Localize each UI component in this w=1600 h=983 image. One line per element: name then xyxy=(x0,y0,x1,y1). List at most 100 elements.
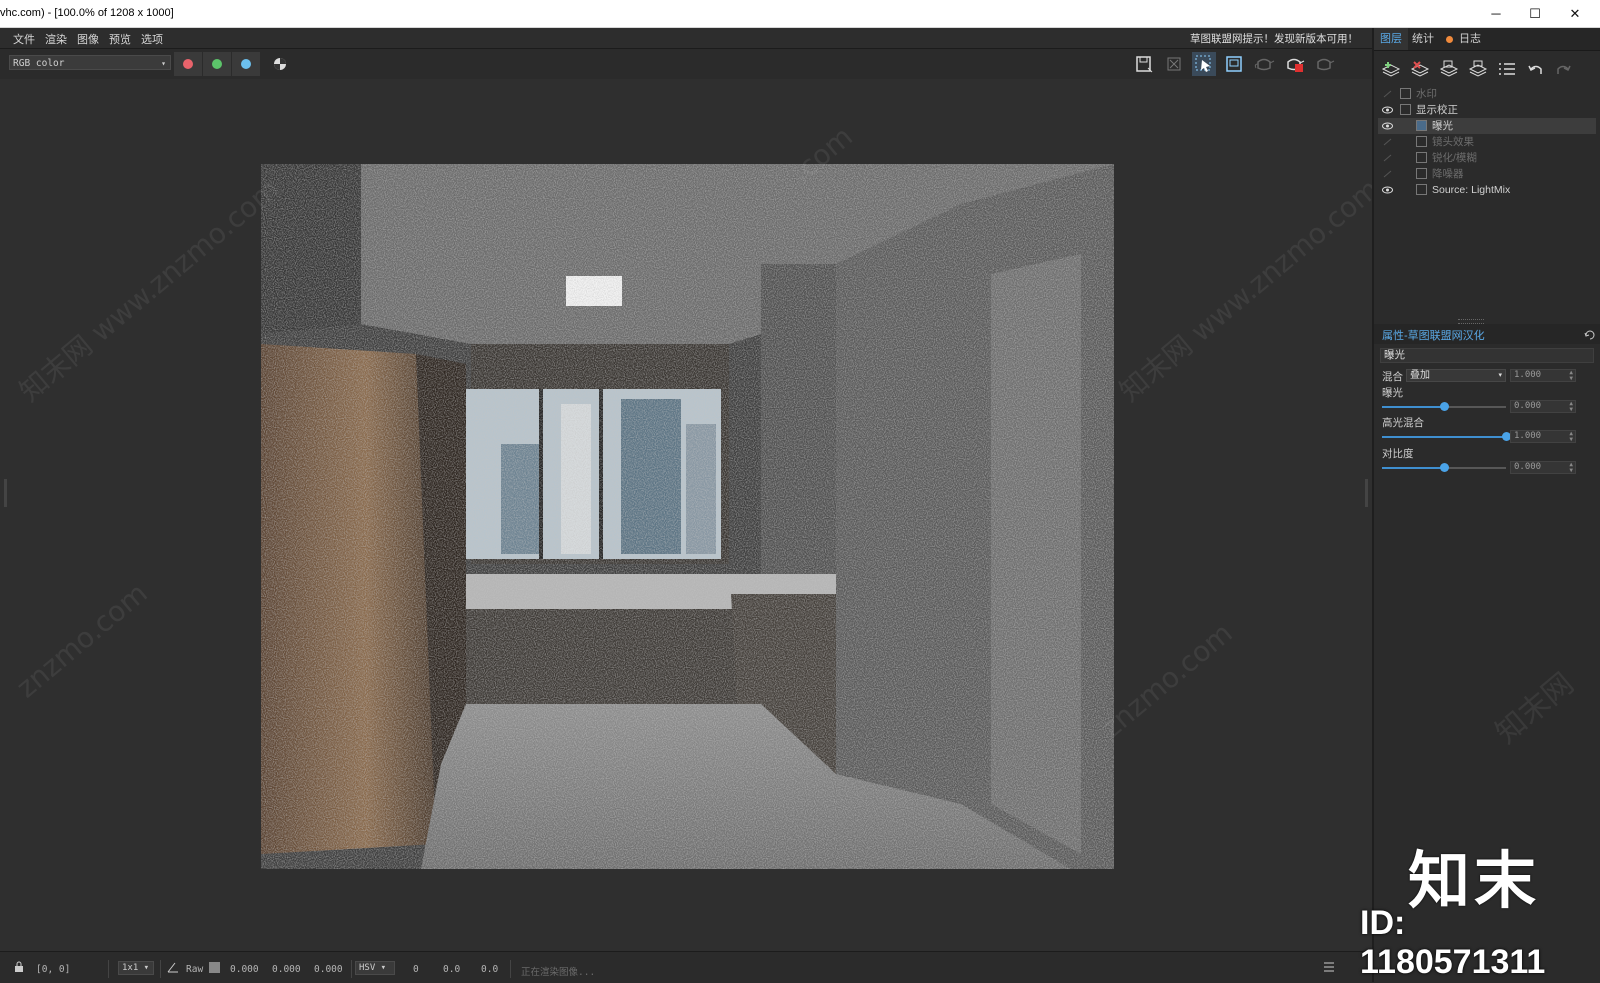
menu-preview[interactable]: 预览 xyxy=(109,31,131,47)
channel-dropdown[interactable]: RGB color ▾ xyxy=(9,55,171,70)
spinner-icon[interactable]: ▲ ▼ xyxy=(1569,431,1573,443)
layer-type-icon xyxy=(1416,136,1427,147)
eye-off-icon[interactable] xyxy=(1382,86,1394,102)
exposure-label: 曝光 xyxy=(1382,387,1403,399)
layer-tree: 水印 显示校正 曝光镜头效果锐化/模糊 降噪器 Source: LightMix xyxy=(1378,86,1596,198)
refresh-icon[interactable] xyxy=(1584,329,1596,341)
tab-stats[interactable]: 统计 xyxy=(1406,28,1440,50)
status-bar: [0, 0] 1x1 ▾ Raw 0.000 0.000 0.000 HSV ▾… xyxy=(0,951,1372,983)
delete-layer-button[interactable] xyxy=(1407,58,1433,82)
menu-image[interactable]: 图像 xyxy=(77,31,99,47)
blend-label: 混合 xyxy=(1382,371,1403,383)
render-viewport[interactable]: 知末网 www.znzmo.com znzmo.com 知末网 www.znzm… xyxy=(0,79,1372,951)
right-panel-grip[interactable] xyxy=(1365,479,1368,507)
saturation-value: 0.0 xyxy=(443,964,461,975)
red-channel-icon xyxy=(183,59,193,69)
vfb-toolbar: RGB color ▾ xyxy=(0,49,1372,79)
angle-icon xyxy=(167,962,178,973)
frame-button[interactable] xyxy=(1222,52,1246,76)
blue-channel-button[interactable] xyxy=(232,52,260,76)
highlight-burn-slider[interactable] xyxy=(1382,432,1511,441)
layer-row[interactable]: 镜头效果 xyxy=(1378,134,1596,150)
eye-icon[interactable] xyxy=(1382,118,1394,134)
eye-off-icon[interactable] xyxy=(1382,134,1394,150)
layer-row[interactable]: 水印 xyxy=(1378,86,1596,102)
layer-type-icon xyxy=(1416,120,1427,131)
tab-layers[interactable]: 图层 xyxy=(1374,28,1408,50)
alpha-icon xyxy=(274,58,286,70)
layer-row[interactable]: 锐化/模糊 xyxy=(1378,150,1596,166)
color-mode-dropdown[interactable]: HSV ▾ xyxy=(355,961,395,975)
teapot-render-icon xyxy=(1317,58,1335,71)
spinner-icon[interactable]: ▲ ▼ xyxy=(1569,370,1573,382)
green-channel-button[interactable] xyxy=(203,52,231,76)
chevron-down-icon: ▾ xyxy=(161,59,166,68)
green-channel-icon xyxy=(212,59,222,69)
save-image-button[interactable] xyxy=(1132,52,1156,76)
list-icon xyxy=(1499,63,1515,75)
exposure-field[interactable]: 0.000 ▲ ▼ xyxy=(1510,400,1576,413)
close-button[interactable]: ✕ xyxy=(1552,0,1598,27)
undo-button[interactable] xyxy=(1523,58,1549,82)
window-title: vhc.com) - [100.0% of 1208 x 1000] xyxy=(0,7,174,19)
add-layer-button[interactable] xyxy=(1378,58,1404,82)
redo-icon xyxy=(1557,65,1571,74)
watermark-text: 知末网 www.znzmo.com xyxy=(1113,172,1372,409)
menu-render[interactable]: 渲染 xyxy=(45,31,67,47)
layer-row[interactable]: 显示校正 xyxy=(1378,102,1596,118)
contrast-field[interactable]: 0.000 ▲ ▼ xyxy=(1510,461,1576,474)
stop-render-button[interactable] xyxy=(1282,52,1306,76)
contrast-value: 0.000 xyxy=(1514,462,1542,472)
eye-off-icon[interactable] xyxy=(1382,150,1394,166)
render-log-button[interactable] xyxy=(1322,960,1336,977)
delete-layer-icon xyxy=(1410,61,1430,77)
alpha-channel-button[interactable] xyxy=(268,52,292,76)
update-notice[interactable]: 草图联盟网提示！发现新版本可用！ xyxy=(1190,31,1358,46)
clear-image-button[interactable] xyxy=(1162,52,1186,76)
layer-label: 镜头效果 xyxy=(1432,136,1474,148)
eye-off-icon[interactable] xyxy=(1382,166,1394,182)
blend-mode-dropdown[interactable]: 叠加 ▾ xyxy=(1406,369,1506,382)
start-render-button[interactable] xyxy=(1312,52,1336,76)
red-channel-button[interactable] xyxy=(174,52,202,76)
blue-value: 0.000 xyxy=(314,964,343,975)
redo-button[interactable] xyxy=(1550,58,1576,82)
left-panel-grip[interactable] xyxy=(4,479,7,507)
teapot-icon xyxy=(1254,58,1275,71)
exposure-value: 0.000 xyxy=(1514,401,1542,411)
lock-icon xyxy=(15,961,23,972)
save-layers-button[interactable] xyxy=(1436,58,1462,82)
layer-list-button[interactable] xyxy=(1494,58,1520,82)
eye-icon[interactable] xyxy=(1382,182,1394,198)
region-render-button[interactable] xyxy=(1192,52,1216,76)
layer-type-icon xyxy=(1400,88,1411,99)
layer-row[interactable]: Source: LightMix xyxy=(1378,182,1596,198)
contrast-slider[interactable] xyxy=(1382,463,1506,472)
layer-row[interactable]: 曝光 xyxy=(1378,118,1596,134)
slider-fill xyxy=(1382,467,1444,469)
spinner-icon[interactable]: ▲ ▼ xyxy=(1569,462,1573,474)
spinner-icon[interactable]: ▲ ▼ xyxy=(1569,401,1573,413)
tab-log[interactable]: 日志 xyxy=(1453,28,1487,50)
load-layers-button[interactable] xyxy=(1465,58,1491,82)
menu-options[interactable]: 选项 xyxy=(141,31,163,47)
zoom-dropdown[interactable]: 1x1 ▾ xyxy=(118,961,154,975)
layer-type-icon xyxy=(1416,168,1427,179)
layer-name-field[interactable]: 曝光 xyxy=(1380,348,1594,363)
load-layers-icon xyxy=(1468,60,1488,77)
menu-file[interactable]: 文件 xyxy=(13,31,35,47)
layer-row[interactable]: 降噪器 xyxy=(1378,166,1596,182)
slider-knob[interactable] xyxy=(1440,402,1449,411)
pin-icon[interactable] xyxy=(12,960,26,977)
blend-amount-field[interactable]: 1.000 ▲ ▼ xyxy=(1510,369,1576,382)
slider-knob[interactable] xyxy=(1440,463,1449,472)
interactive-render-button[interactable] xyxy=(1252,52,1276,76)
blend-amount-value: 1.000 xyxy=(1514,370,1542,380)
highlight-burn-field[interactable]: 1.000 ▲ ▼ xyxy=(1510,430,1576,443)
exposure-slider[interactable] xyxy=(1382,402,1506,411)
divider xyxy=(351,960,352,978)
color-picker-icon[interactable] xyxy=(166,960,180,977)
undo-icon xyxy=(1528,65,1542,74)
eye-icon[interactable] xyxy=(1382,102,1394,118)
pixel-coords: [0, 0] xyxy=(36,964,71,975)
